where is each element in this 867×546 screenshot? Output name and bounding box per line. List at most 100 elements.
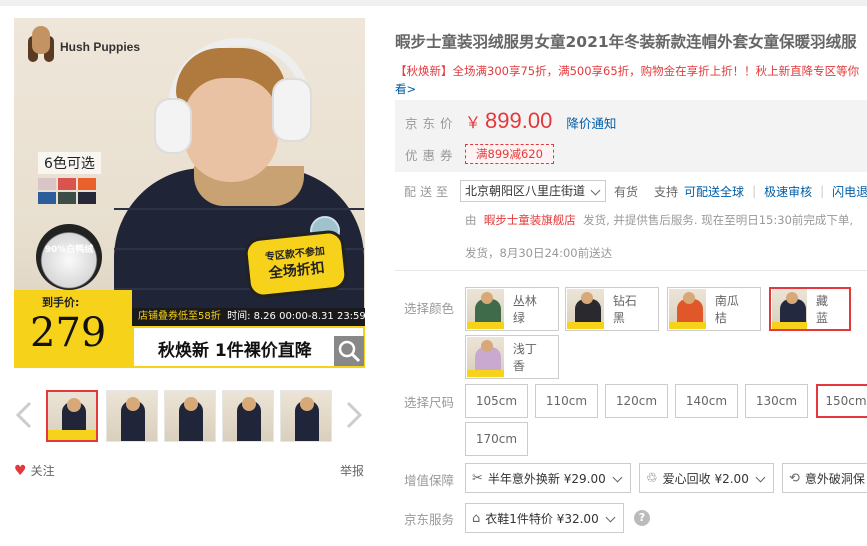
- seller-shop-link[interactable]: 暇步士童装旗舰店: [484, 213, 576, 227]
- warranty-label: 增值保障: [404, 473, 455, 488]
- color-option-label: 南瓜桔: [714, 294, 739, 325]
- thumbnail-2[interactable]: [106, 390, 158, 442]
- size-label: 选择尺码: [404, 395, 455, 410]
- shield-icon: ⟲: [789, 470, 800, 486]
- thumbs-prev-button[interactable]: [14, 400, 34, 430]
- size-option[interactable]: 140cm: [675, 384, 738, 418]
- color-option-thumbnail: [467, 289, 504, 329]
- warranty-recycle-label: 爱心回收 ¥2.00: [662, 471, 749, 486]
- seller-prefix: 由: [465, 213, 477, 227]
- shopping-bag-icon: ⌂: [472, 510, 481, 526]
- chevron-right-icon: [346, 401, 363, 429]
- promo-strip: 店铺叠券低至58折 时间: 8.26 00:00-8.31 23:59: [132, 308, 365, 326]
- warranty-hole-select[interactable]: ⟲ 意外破洞保: [782, 463, 867, 493]
- support-link-global[interactable]: 可配送全球: [684, 183, 744, 200]
- color-option-thumbnail: [669, 289, 706, 329]
- promo-sticker: 专区款不参加 全场折扣: [243, 228, 349, 300]
- product-price: 899.00: [485, 108, 553, 133]
- report-link[interactable]: 举报: [340, 462, 364, 479]
- warranty-recycle-select[interactable]: ♲ 爱心回收 ¥2.00: [639, 463, 774, 493]
- promo-banner-text: 秋焕新 1件裸价直降: [158, 341, 312, 361]
- promo-slogan-text: 【秋焕新】全场满300享75折，满500享65折，购物金在享折上折！！秋上新直降…: [395, 64, 860, 78]
- coupon-badge[interactable]: 满899减620: [465, 144, 554, 164]
- color-option-label: 丛林绿: [512, 294, 537, 325]
- follow-button[interactable]: ♥ 关注: [14, 462, 55, 479]
- price-label: 京东价: [405, 116, 458, 131]
- help-icon[interactable]: ?: [634, 510, 650, 526]
- thumbnail-3[interactable]: [164, 390, 216, 442]
- promo-strip-time: 时间: 8.26 00:00-8.31 23:59: [227, 311, 365, 322]
- thumbnail-strip: [14, 388, 365, 444]
- color-option-thumbnail: [567, 289, 604, 329]
- delivery-estimate: 发货，8月30日24:00前送达: [465, 246, 613, 260]
- color-option[interactable]: 丛林绿: [465, 287, 559, 331]
- promo-more-link[interactable]: 看>: [395, 82, 416, 96]
- chevron-left-icon: [15, 401, 32, 429]
- final-price-tag: 到手价: 279: [14, 290, 132, 368]
- magnifier-icon: [338, 340, 361, 363]
- color-option-thumbnail: [467, 337, 504, 377]
- jd-service-select[interactable]: ⌂ 衣鞋1件特价 ¥32.00: [465, 503, 624, 533]
- size-option[interactable]: 150cm: [816, 384, 867, 418]
- color-option-label: 浅丁香: [512, 342, 537, 373]
- divider: [395, 270, 867, 271]
- thumbnail-1[interactable]: [46, 390, 98, 442]
- thumbs-next-button[interactable]: [344, 400, 364, 430]
- final-price-label: 到手价:: [42, 296, 80, 309]
- support-label: 支持: [654, 184, 679, 199]
- down-label: 90%白鸭绒: [44, 245, 94, 255]
- color-swatch: [58, 192, 76, 204]
- color-swatch: [58, 178, 76, 190]
- warranty-hole-label: 意外破洞保: [804, 471, 865, 486]
- down-feather-badge: 90%白鸭绒: [36, 224, 102, 290]
- shipping-label: 配送至: [404, 184, 453, 199]
- color-option[interactable]: 钻石黑: [565, 287, 659, 331]
- color-option-label: 藏蓝: [815, 294, 828, 325]
- promo-strip-text: 店铺叠券低至58折: [138, 311, 221, 322]
- color-swatch: [38, 178, 56, 190]
- coupon-label: 优惠券: [405, 147, 458, 163]
- top-bar: [0, 0, 867, 6]
- price-box: 京东价 ￥ 899.00 降价通知 优惠券 满899减620: [395, 100, 867, 172]
- promo-banner: 秋焕新 1件裸价直降: [132, 326, 365, 368]
- zoom-button[interactable]: [334, 336, 364, 366]
- size-option[interactable]: 130cm: [745, 384, 808, 418]
- size-option[interactable]: 170cm: [465, 422, 528, 456]
- address-select[interactable]: 北京朝阳区八里庄街道: [460, 180, 607, 202]
- color-swatch: [78, 178, 96, 190]
- color-option[interactable]: 藏蓝: [769, 287, 851, 331]
- color-label: 选择颜色: [404, 301, 455, 316]
- seller-suffix: 发货, 并提供售后服务. 现在至明日15:30前完成下单,: [583, 213, 854, 227]
- size-option[interactable]: 105cm: [465, 384, 528, 418]
- support-link-review[interactable]: 极速审核: [764, 183, 812, 200]
- stock-status: 有货: [614, 184, 639, 199]
- follow-label: 关注: [30, 464, 55, 478]
- color-count-label: 6色可选: [38, 152, 101, 174]
- heart-icon: ♥: [14, 462, 27, 479]
- basset-hound-icon: [26, 26, 56, 68]
- color-option[interactable]: 浅丁香: [465, 335, 559, 379]
- color-option[interactable]: 南瓜桔: [667, 287, 761, 331]
- seller-info: 由 暇步士童装旗舰店 发货, 并提供售后服务. 现在至明日15:30前完成下单,: [465, 212, 853, 228]
- main-product-image[interactable]: Hush Puppies 6色可选 90%白鸭绒 专区款不参加 全场折扣 到手价…: [14, 18, 365, 368]
- color-option-thumbnail: [772, 289, 807, 329]
- wrench-icon: ✂: [472, 470, 483, 486]
- final-price-value: 279: [30, 310, 107, 356]
- shipping-row: 配送至 北京朝阳区八里庄街道 有货 支持 可配送全球 | 极速审核 | 闪电退: [404, 180, 867, 202]
- jd-service-item-label: 衣鞋1件特价 ¥32.00: [485, 511, 599, 526]
- size-option[interactable]: 120cm: [605, 384, 668, 418]
- size-option[interactable]: 110cm: [535, 384, 598, 418]
- currency-symbol: ￥: [465, 113, 482, 132]
- warranty-replace-label: 半年意外换新 ¥29.00: [487, 471, 606, 486]
- thumbnail-5[interactable]: [280, 390, 332, 442]
- support-link-refund[interactable]: 闪电退: [832, 183, 867, 200]
- recycle-icon: ♲: [646, 470, 658, 486]
- thumbnail-4[interactable]: [222, 390, 274, 442]
- product-title: 暇步士童装羽绒服男女童2021年冬装新款连帽外套女童保暖羽绒服: [395, 33, 857, 51]
- color-swatches: [38, 178, 118, 204]
- price-notify-link[interactable]: 降价通知: [566, 113, 616, 132]
- color-swatch: [78, 192, 96, 204]
- warranty-replace-select[interactable]: ✂ 半年意外换新 ¥29.00: [465, 463, 631, 493]
- color-option-label: 钻石黑: [612, 294, 637, 325]
- jd-service-label: 京东服务: [404, 512, 455, 527]
